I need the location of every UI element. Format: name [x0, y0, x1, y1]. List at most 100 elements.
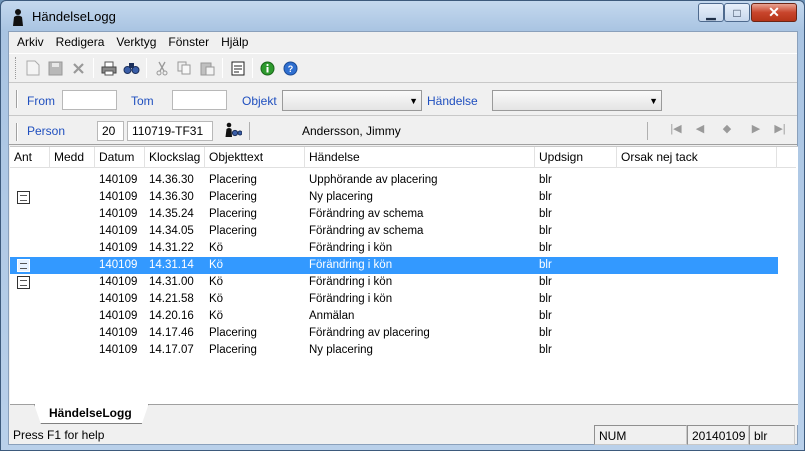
- title-bar[interactable]: HändelseLogg ▁ □ ✕: [1, 1, 804, 32]
- menu-hjalp[interactable]: Hjälp: [215, 32, 254, 52]
- person-label: Person: [27, 124, 66, 138]
- cell-objekttext: Kö: [209, 259, 224, 271]
- cell-objekttext: Kö: [209, 310, 224, 322]
- cell-datum: 140109: [99, 310, 138, 322]
- cell-klockslag: 14.36.30: [149, 174, 194, 186]
- table-row[interactable]: 140109 14.36.30 Placering Ny placering blr: [10, 189, 796, 206]
- menu-fonster[interactable]: Fönster: [162, 32, 215, 52]
- cell-datum: 140109: [99, 191, 138, 203]
- person-search-icon[interactable]: [224, 122, 246, 140]
- print-icon[interactable]: [97, 57, 120, 79]
- cell-handelse: Förändring av schema: [309, 225, 424, 237]
- cell-objekttext: Kö: [209, 276, 224, 288]
- table-row[interactable]: 140109 14.20.16 Kö Anmälan blr: [10, 308, 796, 325]
- table-row[interactable]: 140109 14.21.58 Kö Förändring i kön blr: [10, 291, 796, 308]
- table-row[interactable]: 140109 14.31.00 Kö Förändring i kön blr: [10, 274, 796, 291]
- cell-datum: 140109: [99, 208, 138, 220]
- filter-bar: From Tom Objekt ▼ Händelse ▼: [9, 84, 797, 116]
- cell-klockslag: 14.17.46: [149, 327, 194, 339]
- toolbar: ?: [9, 53, 797, 83]
- help-icon[interactable]: ?: [279, 57, 302, 79]
- cell-objekttext: Placering: [209, 174, 257, 186]
- menu-bar: Arkiv Redigera Verktyg Fönster Hjälp: [9, 32, 797, 52]
- cell-objekttext: Placering: [209, 225, 257, 237]
- previous-record-icon[interactable]: ◀: [689, 122, 711, 140]
- note-icon[interactable]: [17, 259, 30, 272]
- menu-verktyg[interactable]: Verktyg: [110, 32, 162, 52]
- close-button[interactable]: ✕: [751, 3, 797, 22]
- toolbar-separator: [249, 122, 250, 140]
- cell-datum: 140109: [99, 242, 138, 254]
- toolbar-grip[interactable]: [15, 57, 18, 79]
- table-row[interactable]: 140109 14.36.30 Placering Upphörande av pla…: [10, 172, 796, 189]
- person-bar: Person 20 110719-TF31 Andersson, Jimmy |…: [9, 117, 797, 145]
- note-icon[interactable]: [17, 276, 30, 289]
- person-bar-grip[interactable]: [16, 123, 18, 141]
- cell-handelse: Upphörande av placering: [309, 174, 438, 186]
- next-record-icon[interactable]: ▶: [745, 122, 767, 140]
- note-icon[interactable]: [226, 57, 249, 79]
- minimize-button[interactable]: ▁: [698, 3, 724, 22]
- tab-strip: HändelseLogg: [10, 404, 798, 425]
- column-klockslag[interactable]: Klockslag: [145, 147, 205, 168]
- objekt-label: Objekt: [242, 94, 277, 108]
- client-area: Arkiv Redigera Verktyg Fönster Hjälp ? F…: [8, 31, 798, 445]
- cell-handelse: Ny placering: [309, 344, 373, 356]
- person-id-prefix[interactable]: 20: [97, 121, 124, 141]
- cell-objekttext: Placering: [209, 191, 257, 203]
- menu-redigera[interactable]: Redigera: [50, 32, 111, 52]
- paste-icon[interactable]: [196, 57, 219, 79]
- table-row[interactable]: 140109 14.34.05 Placering Förändring av sch…: [10, 223, 796, 240]
- find-icon[interactable]: [120, 57, 143, 79]
- table-row[interactable]: 140109 14.35.24 Placering Förändring av sch…: [10, 206, 796, 223]
- last-record-icon[interactable]: ▶|: [769, 122, 791, 140]
- cell-datum: 140109: [99, 174, 138, 186]
- cell-updsign: blr: [539, 344, 552, 356]
- cell-objekttext: Placering: [209, 327, 257, 339]
- cell-handelse: Förändring i kön: [309, 276, 393, 288]
- table-row[interactable]: 140109 14.17.46 Placering Förändring av pla…: [10, 325, 796, 342]
- column-objekttext[interactable]: Objekttext: [205, 147, 305, 168]
- event-log-table[interactable]: Ant Medd Datum Klockslag Objekttext Händ…: [10, 146, 798, 404]
- handelse-label: Händelse: [427, 94, 478, 108]
- save-icon[interactable]: [44, 57, 67, 79]
- cell-klockslag: 14.31.00: [149, 276, 194, 288]
- person-id-field[interactable]: 110719-TF31: [127, 121, 213, 141]
- cut-icon[interactable]: [150, 57, 173, 79]
- table-row[interactable]: 140109 14.31.22 Kö Förändring i kön blr: [10, 240, 796, 257]
- note-icon[interactable]: [17, 191, 30, 204]
- column-medd[interactable]: Medd: [50, 147, 95, 168]
- status-help: Press F1 for help: [13, 428, 105, 442]
- cell-updsign: blr: [539, 293, 552, 305]
- cell-klockslag: 14.31.14: [149, 259, 194, 271]
- cell-updsign: blr: [539, 208, 552, 220]
- from-field[interactable]: [62, 90, 117, 110]
- column-datum[interactable]: Datum: [95, 147, 145, 168]
- tab-handelselogg[interactable]: HändelseLogg: [34, 404, 149, 424]
- window-title: HändelseLogg: [32, 9, 116, 24]
- handelse-combo[interactable]: ▼: [492, 90, 662, 111]
- new-icon[interactable]: [21, 57, 44, 79]
- objekt-combo[interactable]: ▼: [282, 90, 422, 111]
- cell-klockslag: 14.20.16: [149, 310, 194, 322]
- info-icon[interactable]: [256, 57, 279, 79]
- tom-field[interactable]: [172, 90, 227, 110]
- column-updsign[interactable]: Updsign: [535, 147, 617, 168]
- maximize-button[interactable]: □: [724, 3, 750, 22]
- status-date: 20140109: [687, 425, 749, 445]
- table-row[interactable]: 140109 14.17.07 Placering Ny placering blr: [10, 342, 796, 359]
- cell-updsign: blr: [539, 276, 552, 288]
- column-ant[interactable]: Ant: [10, 147, 50, 168]
- column-handelse[interactable]: Händelse: [305, 147, 535, 168]
- table-row[interactable]: 140109 14.31.14 Kö Förändring i kön blr: [10, 257, 778, 274]
- cell-handelse: Förändring i kön: [309, 259, 393, 271]
- cell-handelse: Ny placering: [309, 191, 373, 203]
- first-record-icon[interactable]: |◀: [665, 122, 687, 140]
- column-orsak-nej-tack[interactable]: Orsak nej tack: [617, 147, 777, 168]
- cell-datum: 140109: [99, 259, 138, 271]
- filter-bar-grip[interactable]: [16, 90, 18, 108]
- copy-icon[interactable]: [173, 57, 196, 79]
- delete-icon[interactable]: [67, 57, 90, 79]
- menu-arkiv[interactable]: Arkiv: [11, 32, 50, 52]
- current-record-icon[interactable]: ◆: [716, 122, 738, 140]
